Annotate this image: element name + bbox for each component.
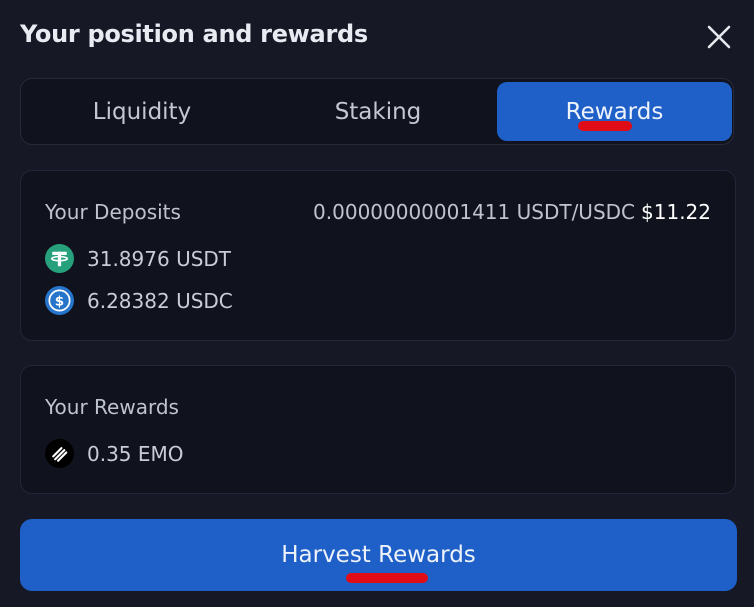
tab-staking[interactable]: Staking xyxy=(260,82,496,141)
tab-bar: Liquidity Staking Rewards xyxy=(20,78,734,145)
usdc-icon: $ xyxy=(45,286,74,315)
emo-icon xyxy=(45,439,74,468)
ratio-value: 0.00000000001411 USDT/USDC xyxy=(313,200,636,224)
highlight-mark xyxy=(578,121,632,131)
modal-title: Your position and rewards xyxy=(20,20,368,48)
usdt-amount: 31.8976 USDT xyxy=(87,246,232,271)
svg-text:$: $ xyxy=(55,294,64,310)
rewards-label: Your Rewards xyxy=(45,395,179,419)
tab-liquidity[interactable]: Liquidity xyxy=(24,82,260,141)
usdt-icon xyxy=(45,244,74,273)
reward-token-row: 0.35 EMO xyxy=(45,439,184,468)
position-rewards-modal: Your position and rewards Liquidity Stak… xyxy=(0,0,754,607)
emo-amount: 0.35 EMO xyxy=(87,441,184,466)
deposits-card: Your Deposits 0.00000000001411 USDT/USDC… xyxy=(20,170,736,341)
close-button[interactable] xyxy=(704,22,734,52)
close-icon xyxy=(707,25,731,49)
usd-value: $11.22 xyxy=(641,200,711,224)
deposit-token-row: 31.8976 USDT xyxy=(45,244,231,273)
usdc-amount: 6.28382 USDC xyxy=(87,288,233,313)
deposits-label: Your Deposits xyxy=(45,200,181,224)
tab-rewards[interactable]: Rewards xyxy=(497,82,732,141)
price-ratio: 0.00000000001411 USDT/USDC $11.22 xyxy=(313,200,711,224)
deposit-token-row: $ 6.28382 USDC xyxy=(45,286,233,315)
rewards-card: Your Rewards 0.35 EMO xyxy=(20,365,736,494)
highlight-mark xyxy=(346,573,428,583)
